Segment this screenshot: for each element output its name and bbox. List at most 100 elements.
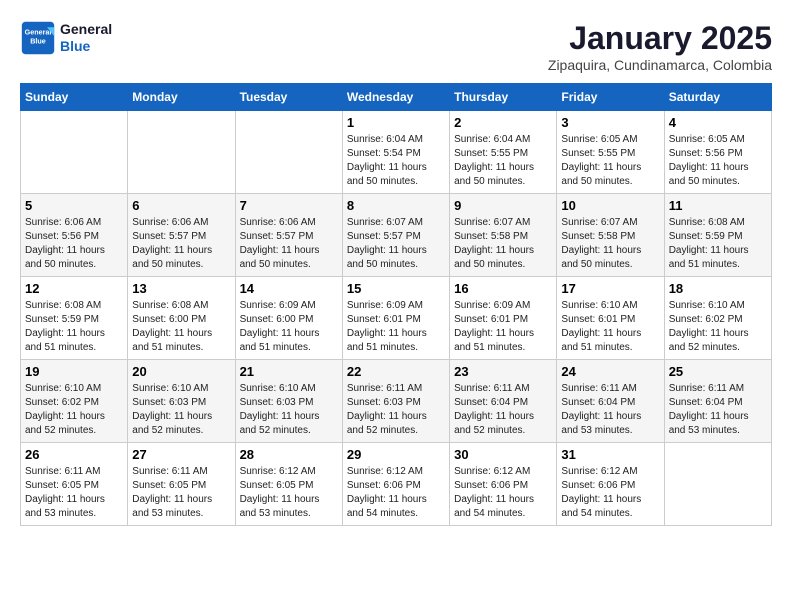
day-number: 19 (25, 364, 123, 379)
day-number: 6 (132, 198, 230, 213)
page-header: General Blue General Blue January 2025 Z… (20, 20, 772, 73)
day-number: 28 (240, 447, 338, 462)
day-number: 18 (669, 281, 767, 296)
day-number: 22 (347, 364, 445, 379)
calendar-cell: 15 Sunrise: 6:09 AMSunset: 6:01 PMDaylig… (342, 277, 449, 360)
day-number: 30 (454, 447, 552, 462)
calendar-cell: 29 Sunrise: 6:12 AMSunset: 6:06 PMDaylig… (342, 443, 449, 526)
day-number: 4 (669, 115, 767, 130)
day-info: Sunrise: 6:09 AMSunset: 6:00 PMDaylight:… (240, 299, 338, 355)
weekday-header-monday: Monday (128, 84, 235, 111)
calendar-cell: 18 Sunrise: 6:10 AMSunset: 6:02 PMDaylig… (664, 277, 771, 360)
day-info: Sunrise: 6:07 AMSunset: 5:58 PMDaylight:… (561, 216, 659, 272)
calendar-cell: 27 Sunrise: 6:11 AMSunset: 6:05 PMDaylig… (128, 443, 235, 526)
title-block: January 2025 Zipaquira, Cundinamarca, Co… (548, 20, 772, 73)
weekday-header-tuesday: Tuesday (235, 84, 342, 111)
day-number: 26 (25, 447, 123, 462)
logo: General Blue General Blue (20, 20, 112, 56)
day-info: Sunrise: 6:06 AMSunset: 5:56 PMDaylight:… (25, 216, 123, 272)
day-info: Sunrise: 6:05 AMSunset: 5:55 PMDaylight:… (561, 133, 659, 189)
day-number: 1 (347, 115, 445, 130)
calendar-cell: 23 Sunrise: 6:11 AMSunset: 6:04 PMDaylig… (450, 360, 557, 443)
day-number: 16 (454, 281, 552, 296)
calendar-cell (21, 111, 128, 194)
day-info: Sunrise: 6:11 AMSunset: 6:05 PMDaylight:… (132, 465, 230, 521)
day-info: Sunrise: 6:07 AMSunset: 5:57 PMDaylight:… (347, 216, 445, 272)
day-info: Sunrise: 6:12 AMSunset: 6:05 PMDaylight:… (240, 465, 338, 521)
day-info: Sunrise: 6:10 AMSunset: 6:02 PMDaylight:… (25, 382, 123, 438)
day-info: Sunrise: 6:10 AMSunset: 6:03 PMDaylight:… (240, 382, 338, 438)
calendar-cell: 6 Sunrise: 6:06 AMSunset: 5:57 PMDayligh… (128, 194, 235, 277)
day-info: Sunrise: 6:12 AMSunset: 6:06 PMDaylight:… (454, 465, 552, 521)
calendar-cell (664, 443, 771, 526)
calendar-cell: 17 Sunrise: 6:10 AMSunset: 6:01 PMDaylig… (557, 277, 664, 360)
calendar-cell: 20 Sunrise: 6:10 AMSunset: 6:03 PMDaylig… (128, 360, 235, 443)
day-info: Sunrise: 6:09 AMSunset: 6:01 PMDaylight:… (347, 299, 445, 355)
day-number: 29 (347, 447, 445, 462)
day-info: Sunrise: 6:10 AMSunset: 6:01 PMDaylight:… (561, 299, 659, 355)
day-info: Sunrise: 6:11 AMSunset: 6:04 PMDaylight:… (561, 382, 659, 438)
calendar-cell: 21 Sunrise: 6:10 AMSunset: 6:03 PMDaylig… (235, 360, 342, 443)
calendar-cell: 7 Sunrise: 6:06 AMSunset: 5:57 PMDayligh… (235, 194, 342, 277)
calendar-cell: 19 Sunrise: 6:10 AMSunset: 6:02 PMDaylig… (21, 360, 128, 443)
day-number: 27 (132, 447, 230, 462)
day-number: 23 (454, 364, 552, 379)
day-number: 24 (561, 364, 659, 379)
day-number: 7 (240, 198, 338, 213)
week-row-1: 5 Sunrise: 6:06 AMSunset: 5:56 PMDayligh… (21, 194, 772, 277)
calendar-cell: 22 Sunrise: 6:11 AMSunset: 6:03 PMDaylig… (342, 360, 449, 443)
calendar-cell: 25 Sunrise: 6:11 AMSunset: 6:04 PMDaylig… (664, 360, 771, 443)
day-info: Sunrise: 6:12 AMSunset: 6:06 PMDaylight:… (561, 465, 659, 521)
weekday-header-wednesday: Wednesday (342, 84, 449, 111)
logo-blue: Blue (60, 38, 112, 55)
day-info: Sunrise: 6:04 AMSunset: 5:54 PMDaylight:… (347, 133, 445, 189)
day-number: 14 (240, 281, 338, 296)
logo-general: General (60, 21, 112, 38)
day-info: Sunrise: 6:06 AMSunset: 5:57 PMDaylight:… (132, 216, 230, 272)
day-info: Sunrise: 6:08 AMSunset: 6:00 PMDaylight:… (132, 299, 230, 355)
calendar-cell (128, 111, 235, 194)
day-number: 10 (561, 198, 659, 213)
calendar-cell: 14 Sunrise: 6:09 AMSunset: 6:00 PMDaylig… (235, 277, 342, 360)
day-info: Sunrise: 6:08 AMSunset: 5:59 PMDaylight:… (669, 216, 767, 272)
svg-text:General: General (25, 27, 52, 36)
day-number: 13 (132, 281, 230, 296)
calendar-cell: 4 Sunrise: 6:05 AMSunset: 5:56 PMDayligh… (664, 111, 771, 194)
day-info: Sunrise: 6:12 AMSunset: 6:06 PMDaylight:… (347, 465, 445, 521)
weekday-header-row: SundayMondayTuesdayWednesdayThursdayFrid… (21, 84, 772, 111)
calendar-cell: 31 Sunrise: 6:12 AMSunset: 6:06 PMDaylig… (557, 443, 664, 526)
day-info: Sunrise: 6:07 AMSunset: 5:58 PMDaylight:… (454, 216, 552, 272)
day-number: 12 (25, 281, 123, 296)
week-row-3: 19 Sunrise: 6:10 AMSunset: 6:02 PMDaylig… (21, 360, 772, 443)
calendar-cell: 24 Sunrise: 6:11 AMSunset: 6:04 PMDaylig… (557, 360, 664, 443)
calendar-cell: 12 Sunrise: 6:08 AMSunset: 5:59 PMDaylig… (21, 277, 128, 360)
day-number: 25 (669, 364, 767, 379)
day-number: 11 (669, 198, 767, 213)
day-info: Sunrise: 6:10 AMSunset: 6:02 PMDaylight:… (669, 299, 767, 355)
day-info: Sunrise: 6:11 AMSunset: 6:05 PMDaylight:… (25, 465, 123, 521)
weekday-header-saturday: Saturday (664, 84, 771, 111)
day-info: Sunrise: 6:04 AMSunset: 5:55 PMDaylight:… (454, 133, 552, 189)
day-info: Sunrise: 6:11 AMSunset: 6:04 PMDaylight:… (454, 382, 552, 438)
calendar-cell: 2 Sunrise: 6:04 AMSunset: 5:55 PMDayligh… (450, 111, 557, 194)
calendar-cell: 26 Sunrise: 6:11 AMSunset: 6:05 PMDaylig… (21, 443, 128, 526)
day-info: Sunrise: 6:10 AMSunset: 6:03 PMDaylight:… (132, 382, 230, 438)
month-title: January 2025 (548, 20, 772, 57)
week-row-4: 26 Sunrise: 6:11 AMSunset: 6:05 PMDaylig… (21, 443, 772, 526)
day-number: 31 (561, 447, 659, 462)
calendar-cell: 11 Sunrise: 6:08 AMSunset: 5:59 PMDaylig… (664, 194, 771, 277)
day-info: Sunrise: 6:05 AMSunset: 5:56 PMDaylight:… (669, 133, 767, 189)
day-number: 21 (240, 364, 338, 379)
svg-text:Blue: Blue (30, 36, 46, 45)
day-number: 5 (25, 198, 123, 213)
weekday-header-sunday: Sunday (21, 84, 128, 111)
week-row-0: 1 Sunrise: 6:04 AMSunset: 5:54 PMDayligh… (21, 111, 772, 194)
day-number: 2 (454, 115, 552, 130)
calendar-cell: 13 Sunrise: 6:08 AMSunset: 6:00 PMDaylig… (128, 277, 235, 360)
calendar-cell: 16 Sunrise: 6:09 AMSunset: 6:01 PMDaylig… (450, 277, 557, 360)
day-number: 9 (454, 198, 552, 213)
day-info: Sunrise: 6:06 AMSunset: 5:57 PMDaylight:… (240, 216, 338, 272)
day-info: Sunrise: 6:09 AMSunset: 6:01 PMDaylight:… (454, 299, 552, 355)
weekday-header-thursday: Thursday (450, 84, 557, 111)
day-number: 8 (347, 198, 445, 213)
